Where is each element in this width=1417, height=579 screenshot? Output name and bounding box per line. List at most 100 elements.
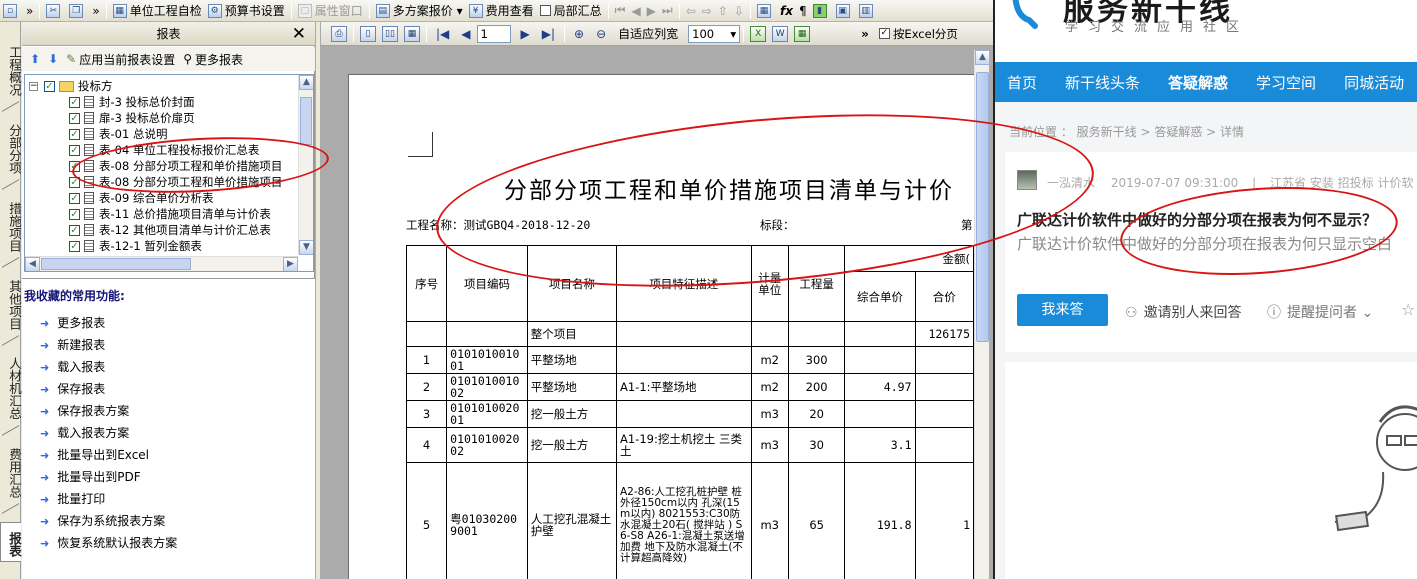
partial-summary-button[interactable]: 局部汇总 [537, 1, 605, 21]
tree-item-checkbox[interactable]: ✓ [69, 224, 80, 236]
tree-item-checkbox[interactable]: ✓ [69, 208, 80, 220]
invite-button[interactable]: ⚇ 邀请别人来回答 [1125, 302, 1242, 322]
table-button[interactable]: ▥ [856, 1, 879, 21]
fav-item-batch-print[interactable]: ➜ 批量打印 [40, 490, 105, 507]
tree-scroll-thumb[interactable] [300, 97, 312, 145]
nav-events[interactable]: 同城活动 [1344, 72, 1404, 93]
scroll-up-icon[interactable]: ▲ [299, 75, 313, 90]
tab-other-items[interactable]: 其他项目 [0, 280, 22, 330]
fav-item-save-report[interactable]: ➜ 保存报表 [40, 380, 105, 397]
multi-page-icon[interactable]: ▦ [404, 25, 420, 42]
tree-item[interactable]: ✓ 表-11 总价措施项目清单与计价表 [69, 206, 271, 222]
toolbar-overflow-icon[interactable]: » [861, 27, 869, 41]
next-record-button[interactable]: ▶ [644, 1, 659, 21]
fav-item-restore-default[interactable]: ➜ 恢复系统默认报表方案 [40, 534, 177, 551]
apply-settings-button[interactable]: ✎ 应用当前报表设置 [66, 51, 175, 68]
last-page-icon[interactable]: ▶| [542, 27, 555, 41]
fav-item-load-scheme[interactable]: ➜ 载入报表方案 [40, 424, 129, 441]
scroll-up-icon[interactable]: ▲ [975, 50, 990, 65]
table-row[interactable]: 整个项目 126175 [405, 321, 974, 347]
move-up-icon[interactable]: ⬆ [30, 52, 40, 66]
tree-item[interactable]: ✓ 扉-3 投标总价扉页 [69, 110, 195, 126]
fit-width-button[interactable]: 自适应列宽 [618, 25, 678, 42]
zoom-out-icon[interactable]: ⊖ [596, 27, 606, 41]
tree-hscroll-thumb[interactable] [41, 258, 191, 270]
export-word-icon[interactable]: W [772, 25, 789, 42]
collapse-icon[interactable]: − [29, 81, 38, 91]
table-row[interactable]: 5 粤010302009001 人工挖孔混凝土护壁 A2-86:人工挖孔桩护壁 … [405, 462, 974, 579]
tree-item-checkbox[interactable]: ✓ [69, 96, 80, 108]
tab-reports[interactable]: 报表 [0, 522, 22, 562]
copy-button[interactable]: ❐ [66, 1, 89, 21]
zoom-select[interactable]: 100 ▾ [688, 24, 741, 43]
more-reports-button[interactable]: ⚲ 更多报表 [183, 51, 243, 68]
fav-item-save-system-scheme[interactable]: ➜ 保存为系统报表方案 [40, 512, 165, 529]
nav-headlines[interactable]: 新干线头条 [1065, 72, 1140, 93]
tree-item[interactable]: ✓ 封-3 投标总价封面 [69, 94, 195, 110]
star-icon[interactable]: ☆ [1401, 300, 1415, 319]
tree-item-checkbox[interactable]: ✓ [69, 240, 80, 252]
fav-item-export-pdf[interactable]: ➜ 批量导出到PDF [40, 468, 141, 485]
calculator-button[interactable]: ▦ [754, 1, 777, 21]
prev-page-icon[interactable]: ◀ [461, 27, 470, 41]
scroll-down-icon[interactable]: ▼ [299, 240, 313, 255]
toolbar-overflow-button[interactable]: » [23, 1, 36, 21]
tree-root-checkbox[interactable]: ✓ [44, 80, 55, 92]
toolbar-overflow-button-2[interactable]: » [89, 1, 102, 21]
excel-paging-checkbox[interactable]: ✓ [878, 28, 890, 39]
tab-labor-materials[interactable]: 人材机汇总 [0, 357, 22, 420]
page-number-input[interactable]: 1 [476, 24, 511, 43]
move-right-button[interactable]: ⇨ [699, 1, 715, 21]
fav-item-load-report[interactable]: ➜ 载入报表 [40, 358, 105, 375]
remind-button[interactable]: ⓘ 提醒提问者 ⌄ [1267, 302, 1373, 322]
multi-plan-button[interactable]: ▤ 多方案报价 ▾ [373, 1, 466, 21]
properties-button[interactable]: □ 属性窗口 [295, 1, 366, 21]
cut-button[interactable]: ✂ [43, 1, 66, 21]
table-row[interactable]: 2 010101001002 平整场地 A1-1:平整场地 m2 200 4.9… [405, 373, 974, 401]
nav-home[interactable]: 首页 [1007, 72, 1037, 93]
excel-paging-toggle[interactable]: ✓ 按Excel分页 [878, 26, 958, 42]
tab-fee-summary[interactable]: 费用汇总 [0, 448, 22, 498]
new-doc-button[interactable]: ▫ [0, 1, 23, 21]
single-page-icon[interactable]: ▯ [360, 25, 376, 42]
fav-item-new-report[interactable]: ➜ 新建报表 [40, 336, 105, 353]
nav-qa[interactable]: 答疑解惑 [1168, 72, 1228, 93]
next-page-icon[interactable]: ▶ [521, 27, 530, 41]
last-record-button[interactable]: ⏭ [659, 1, 676, 21]
table-row[interactable]: 3 010101002001 挖一般土方 m3 20 [405, 400, 974, 428]
self-check-button[interactable]: ▦ 单位工程自检 [110, 1, 205, 21]
formula-button[interactable]: fx [777, 1, 796, 21]
tree-root[interactable]: − ✓ 投标方 [29, 78, 113, 94]
tree-item-checkbox[interactable]: ✓ [69, 112, 80, 124]
tree-item[interactable]: ✓ 表-12-1 暂列金额表 [69, 238, 202, 254]
scroll-left-icon[interactable]: ◀ [25, 257, 40, 271]
book-button[interactable]: ▮ [810, 1, 833, 21]
move-up-button[interactable]: ⇧ [715, 1, 731, 21]
image-button[interactable]: ▣ [833, 1, 856, 21]
tree-item[interactable]: ✓ 表-12 其他项目清单与计价汇总表 [69, 222, 271, 238]
fav-item-more-reports[interactable]: ➜ 更多报表 [40, 314, 105, 331]
tab-measures[interactable]: 措施项目 [0, 202, 22, 252]
answer-button[interactable]: 我来答 [1017, 294, 1108, 326]
fav-item-export-excel[interactable]: ➜ 批量导出到Excel [40, 446, 149, 463]
prev-record-button[interactable]: ◀ [628, 1, 643, 21]
two-page-icon[interactable]: ▯▯ [382, 25, 398, 42]
table-row[interactable]: 1 010101001001 平整场地 m2 300 [405, 346, 974, 374]
tree-horizontal-scrollbar[interactable]: ◀ ▶ [25, 256, 298, 271]
tree-item-checkbox[interactable]: ✓ [69, 128, 80, 140]
fav-item-save-scheme[interactable]: ➜ 保存报表方案 [40, 402, 129, 419]
first-record-button[interactable]: ⏮ [612, 1, 629, 21]
export-excel-icon[interactable]: X [750, 25, 767, 42]
export-grid-icon[interactable]: ▦ [794, 25, 811, 42]
paragraph-button[interactable]: ¶ [796, 1, 810, 21]
tree-item-checkbox[interactable]: ✓ [69, 144, 80, 156]
close-panel-icon[interactable]: ✕ [292, 24, 306, 44]
table-row[interactable]: 4 010101002002 挖一般土方 A1-19:挖土机挖土 三类土 m3 … [405, 427, 974, 463]
tree-item[interactable]: ✓ 表-01 总说明 [69, 126, 167, 142]
budget-settings-button[interactable]: ⚙ 预算书设置 [205, 1, 288, 21]
first-page-icon[interactable]: |◀ [436, 27, 449, 41]
fee-view-button[interactable]: ¥ 费用查看 [466, 1, 537, 21]
partial-summary-checkbox[interactable] [539, 5, 551, 16]
move-down-button[interactable]: ⇩ [731, 1, 747, 21]
tree-item-checkbox[interactable]: ✓ [69, 192, 80, 204]
